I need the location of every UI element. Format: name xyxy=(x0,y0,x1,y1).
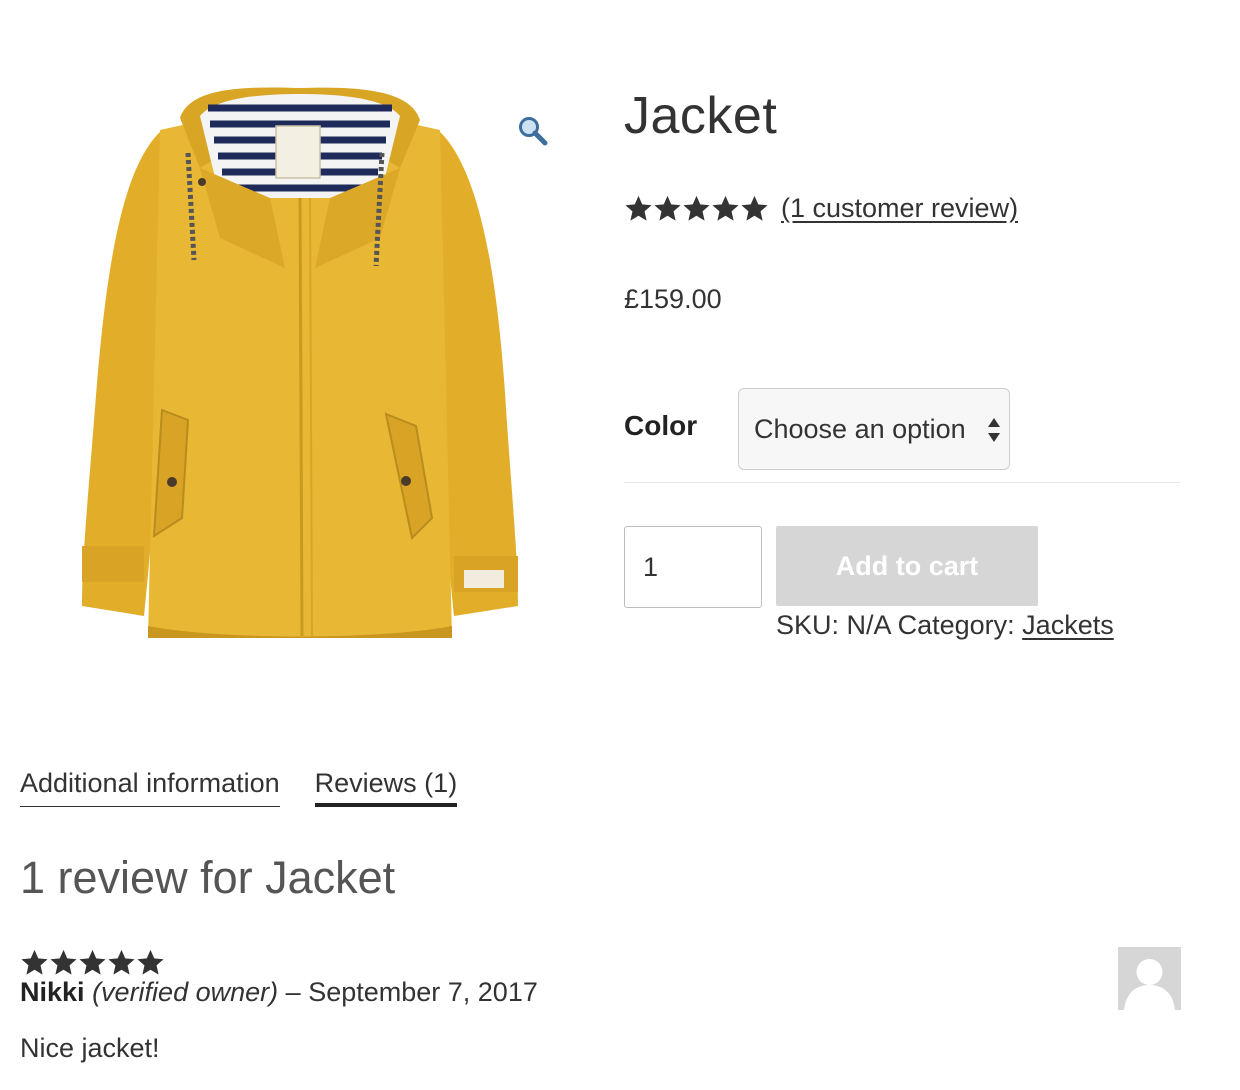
select-arrows-icon xyxy=(987,416,1001,449)
sku-label: SKU: xyxy=(776,610,840,640)
star-icon xyxy=(654,195,681,221)
star-icon xyxy=(625,195,652,221)
star-icon xyxy=(50,949,77,975)
sku-value: N/A xyxy=(846,610,891,640)
review-separator: – xyxy=(285,977,301,1007)
add-to-cart-button[interactable]: Add to cart xyxy=(776,526,1038,606)
review-date: September 7, 2017 xyxy=(308,977,538,1007)
avatar xyxy=(1118,947,1181,1010)
tab-additional-information[interactable]: Additional information xyxy=(20,768,280,807)
review-meta: Nikki (verified owner) – September 7, 20… xyxy=(20,977,538,1008)
zoom-icon[interactable] xyxy=(516,114,550,148)
review-star-rating xyxy=(20,948,165,977)
category-link[interactable]: Jackets xyxy=(1022,610,1114,640)
reviews-title: 1 review for Jacket xyxy=(20,852,396,903)
star-icon xyxy=(683,195,710,221)
star-icon xyxy=(137,949,164,975)
color-label: Color xyxy=(624,410,698,441)
star-rating xyxy=(624,194,769,223)
star-icon xyxy=(712,195,739,221)
star-icon xyxy=(108,949,135,975)
star-icon xyxy=(741,195,768,221)
tab-reviews[interactable]: Reviews (1) xyxy=(314,768,458,807)
verified-owner-badge: (verified owner) xyxy=(92,977,279,1007)
star-icon xyxy=(21,949,48,975)
divider xyxy=(624,482,1180,483)
product-title: Jacket xyxy=(624,87,778,145)
product-meta: SKU: N/A Category: Jackets xyxy=(776,610,1114,641)
category-label: Category: xyxy=(897,610,1015,640)
star-icon xyxy=(79,949,106,975)
product-tabs: Additional information Reviews (1) xyxy=(20,768,492,807)
customer-review-link[interactable]: (1 customer review) xyxy=(781,193,1018,224)
product-price: £159.00 xyxy=(624,284,722,314)
review-author: Nikki xyxy=(20,977,85,1007)
quantity-input[interactable] xyxy=(624,526,762,608)
user-silhouette-icon xyxy=(1124,959,1175,1010)
product-image[interactable] xyxy=(70,78,530,648)
color-select[interactable]: Choose an option xyxy=(738,388,1010,470)
product-rating: (1 customer review) xyxy=(624,193,1018,224)
review-text: Nice jacket! xyxy=(20,1033,160,1063)
color-select-value: Choose an option xyxy=(754,413,966,444)
